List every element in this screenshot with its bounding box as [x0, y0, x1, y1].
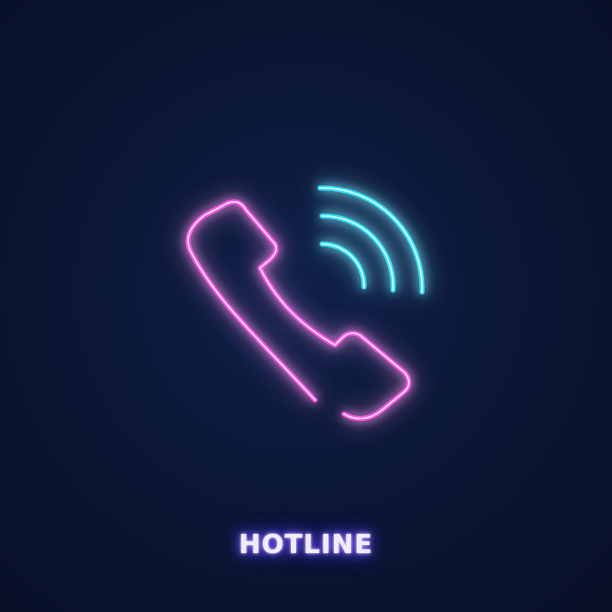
wave-large	[317, 185, 425, 295]
neon-canvas: HOTLINE	[0, 0, 612, 612]
wave-small	[319, 241, 367, 290]
hotline-label: HOTLINE	[238, 530, 374, 560]
handset-shape	[185, 199, 412, 421]
wave-medium	[319, 213, 396, 293]
phone-ringing-icon	[185, 185, 425, 421]
sound-waves	[317, 185, 425, 295]
